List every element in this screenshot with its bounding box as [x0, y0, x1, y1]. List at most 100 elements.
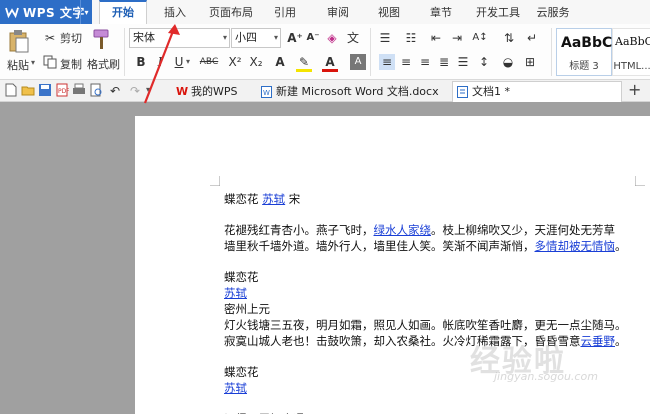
style-heading3[interactable]: AaBbC 标题 3	[556, 28, 612, 76]
document-tab-strip: PDF ↶ ↷ ▾ W 我的WPS W 新建 Microsoft Word 文档…	[0, 80, 650, 102]
tab-page-layout[interactable]: 页面布局	[203, 0, 259, 24]
text-run: 花褪残红青杏小。燕子飞时，	[224, 223, 374, 237]
redo-icon[interactable]: ↷	[127, 83, 143, 99]
bullet-list-icon[interactable]: ☰	[377, 30, 393, 46]
tab-review[interactable]: 审阅	[320, 0, 356, 24]
font-size-select[interactable]: 小四 ▾	[231, 28, 281, 48]
copy-icon[interactable]	[43, 55, 57, 69]
highlight-icon[interactable]: ✎	[296, 54, 312, 70]
paste-icon[interactable]	[8, 29, 30, 53]
tab-references[interactable]: 引用	[267, 0, 303, 24]
superscript-button[interactable]: X²	[227, 54, 243, 70]
clear-format-icon[interactable]: ◈	[324, 30, 340, 46]
open-folder-icon[interactable]	[21, 83, 35, 97]
text-run: 蝶恋花	[224, 192, 263, 206]
bold-button[interactable]: B	[133, 54, 149, 70]
chevron-down-icon: ▾	[222, 33, 227, 42]
text-run: 密州上元	[224, 302, 270, 316]
tab-label: 新建 Microsoft Word 文档.docx	[276, 84, 439, 98]
cut-icon[interactable]: ✂	[42, 30, 58, 46]
document-line: 密州上元	[224, 301, 270, 317]
justify-icon[interactable]: ≣	[436, 54, 452, 70]
new-tab-icon[interactable]: +	[628, 80, 641, 99]
app-menu-dropdown-icon[interactable]: ▾	[80, 0, 92, 24]
text-run: 。	[615, 239, 627, 253]
ribbon-separator	[124, 28, 125, 76]
copy-button[interactable]: 复制	[60, 56, 82, 72]
tab-section[interactable]: 章节	[423, 0, 459, 24]
tab-label: 文档1 *	[472, 85, 510, 98]
word-doc-icon: W	[261, 85, 272, 98]
paste-dropdown-icon[interactable]: ▾	[31, 58, 35, 67]
font-color-bar	[322, 69, 338, 72]
print-icon[interactable]	[72, 83, 86, 97]
char-shading-icon[interactable]: A	[350, 54, 366, 70]
paste-button[interactable]: 粘贴	[7, 57, 29, 73]
grow-font-icon[interactable]: A⁺	[287, 30, 303, 46]
text-run: 蝶恋花	[224, 365, 259, 379]
shading-icon[interactable]: ◒	[500, 54, 516, 70]
style-caption: HTML...	[613, 61, 650, 72]
tab-view[interactable]: 视图	[371, 0, 407, 24]
print-preview-icon[interactable]	[89, 83, 103, 97]
borders-icon[interactable]: ⊞	[522, 54, 538, 70]
ribbon-separator	[370, 28, 371, 76]
tab-my-wps[interactable]: W 我的WPS	[172, 81, 238, 102]
document-line: 蝶恋花 苏轼 宋	[224, 191, 300, 207]
line-spacing-icon[interactable]: ↕	[476, 54, 492, 70]
align-left-icon[interactable]: ≡	[379, 54, 395, 70]
numbered-list-icon[interactable]: ☷	[403, 30, 419, 46]
style-html[interactable]: AaBbC HTML...	[612, 28, 650, 76]
hyperlink[interactable]: 苏轼	[224, 286, 247, 300]
style-sample: AaBbC	[615, 35, 650, 48]
hyperlink[interactable]: 苏轼	[262, 192, 285, 206]
menu-bar: WPS 文字 ▾ 开始 插入 页面布局 引用 审阅 视图 章节 开发工具 云服务	[0, 0, 650, 24]
tab-home[interactable]: 开始	[99, 0, 147, 24]
strikethrough-button[interactable]: ABC	[196, 54, 222, 70]
chinese-layout-icon[interactable]: A↕	[472, 30, 488, 46]
save-icon[interactable]	[38, 83, 52, 97]
tab-document1[interactable]: 文档1 *	[452, 81, 622, 102]
underline-button[interactable]: U	[171, 54, 187, 70]
sort-icon[interactable]: ⇅	[501, 30, 517, 46]
app-name: WPS 文字	[23, 5, 85, 20]
underline-dropdown-icon[interactable]: ▾	[186, 57, 190, 66]
document-line: 花褪残红青杏小。燕子飞时，绿水人家绕。枝上柳绵吹又少，天涯何处无芳草	[224, 222, 615, 238]
tab-cloud[interactable]: 云服务	[533, 0, 573, 24]
increase-indent-icon[interactable]: ⇥	[449, 30, 465, 46]
phonetic-guide-icon[interactable]: 文	[345, 30, 361, 46]
italic-button[interactable]: I	[152, 54, 168, 70]
tab-word-docx[interactable]: W 新建 Microsoft Word 文档.docx	[257, 81, 439, 102]
align-right-icon[interactable]: ≡	[417, 54, 433, 70]
align-center-icon[interactable]: ≡	[398, 54, 414, 70]
format-painter-button[interactable]: 格式刷	[87, 56, 120, 72]
subscript-button[interactable]: X₂	[248, 54, 264, 70]
document-line: 蝶恋花	[224, 364, 259, 380]
export-pdf-icon[interactable]: PDF	[55, 83, 69, 97]
svg-text:PDF: PDF	[58, 88, 69, 95]
distribute-icon[interactable]: ☰	[455, 54, 471, 70]
text-run: 。枝上柳绵吹又少，天涯何处无芳草	[431, 223, 615, 237]
hyperlink[interactable]: 绿水人家绕	[374, 223, 432, 237]
shrink-font-icon[interactable]: A⁻	[305, 30, 321, 46]
undo-icon[interactable]: ↶	[107, 83, 123, 99]
format-painter-icon[interactable]	[92, 28, 112, 50]
hyperlink[interactable]: 云垂野	[581, 334, 616, 348]
hyperlink[interactable]: 苏轼	[224, 381, 247, 395]
quick-access-dropdown-icon[interactable]: ▾	[146, 85, 150, 94]
decrease-indent-icon[interactable]: ⇤	[428, 30, 444, 46]
ribbon-separator	[551, 28, 552, 76]
new-file-icon[interactable]	[4, 83, 18, 97]
tab-developer[interactable]: 开发工具	[470, 0, 526, 24]
wps-logo-icon	[5, 7, 19, 19]
text-run: 。	[615, 334, 627, 348]
cut-button[interactable]: 剪切	[60, 30, 82, 46]
font-effect-icon[interactable]: A	[272, 54, 288, 70]
font-family-select[interactable]: 宋体 ▾	[129, 28, 230, 48]
show-marks-icon[interactable]: ↵	[524, 30, 540, 46]
app-menu-button[interactable]: WPS 文字 ▾	[0, 0, 92, 24]
tab-insert[interactable]: 插入	[157, 0, 193, 24]
font-color-button[interactable]: A	[322, 54, 338, 70]
watermark-url: jingyan.sogou.com	[494, 370, 598, 383]
hyperlink[interactable]: 多情却被无情恼	[535, 239, 616, 253]
